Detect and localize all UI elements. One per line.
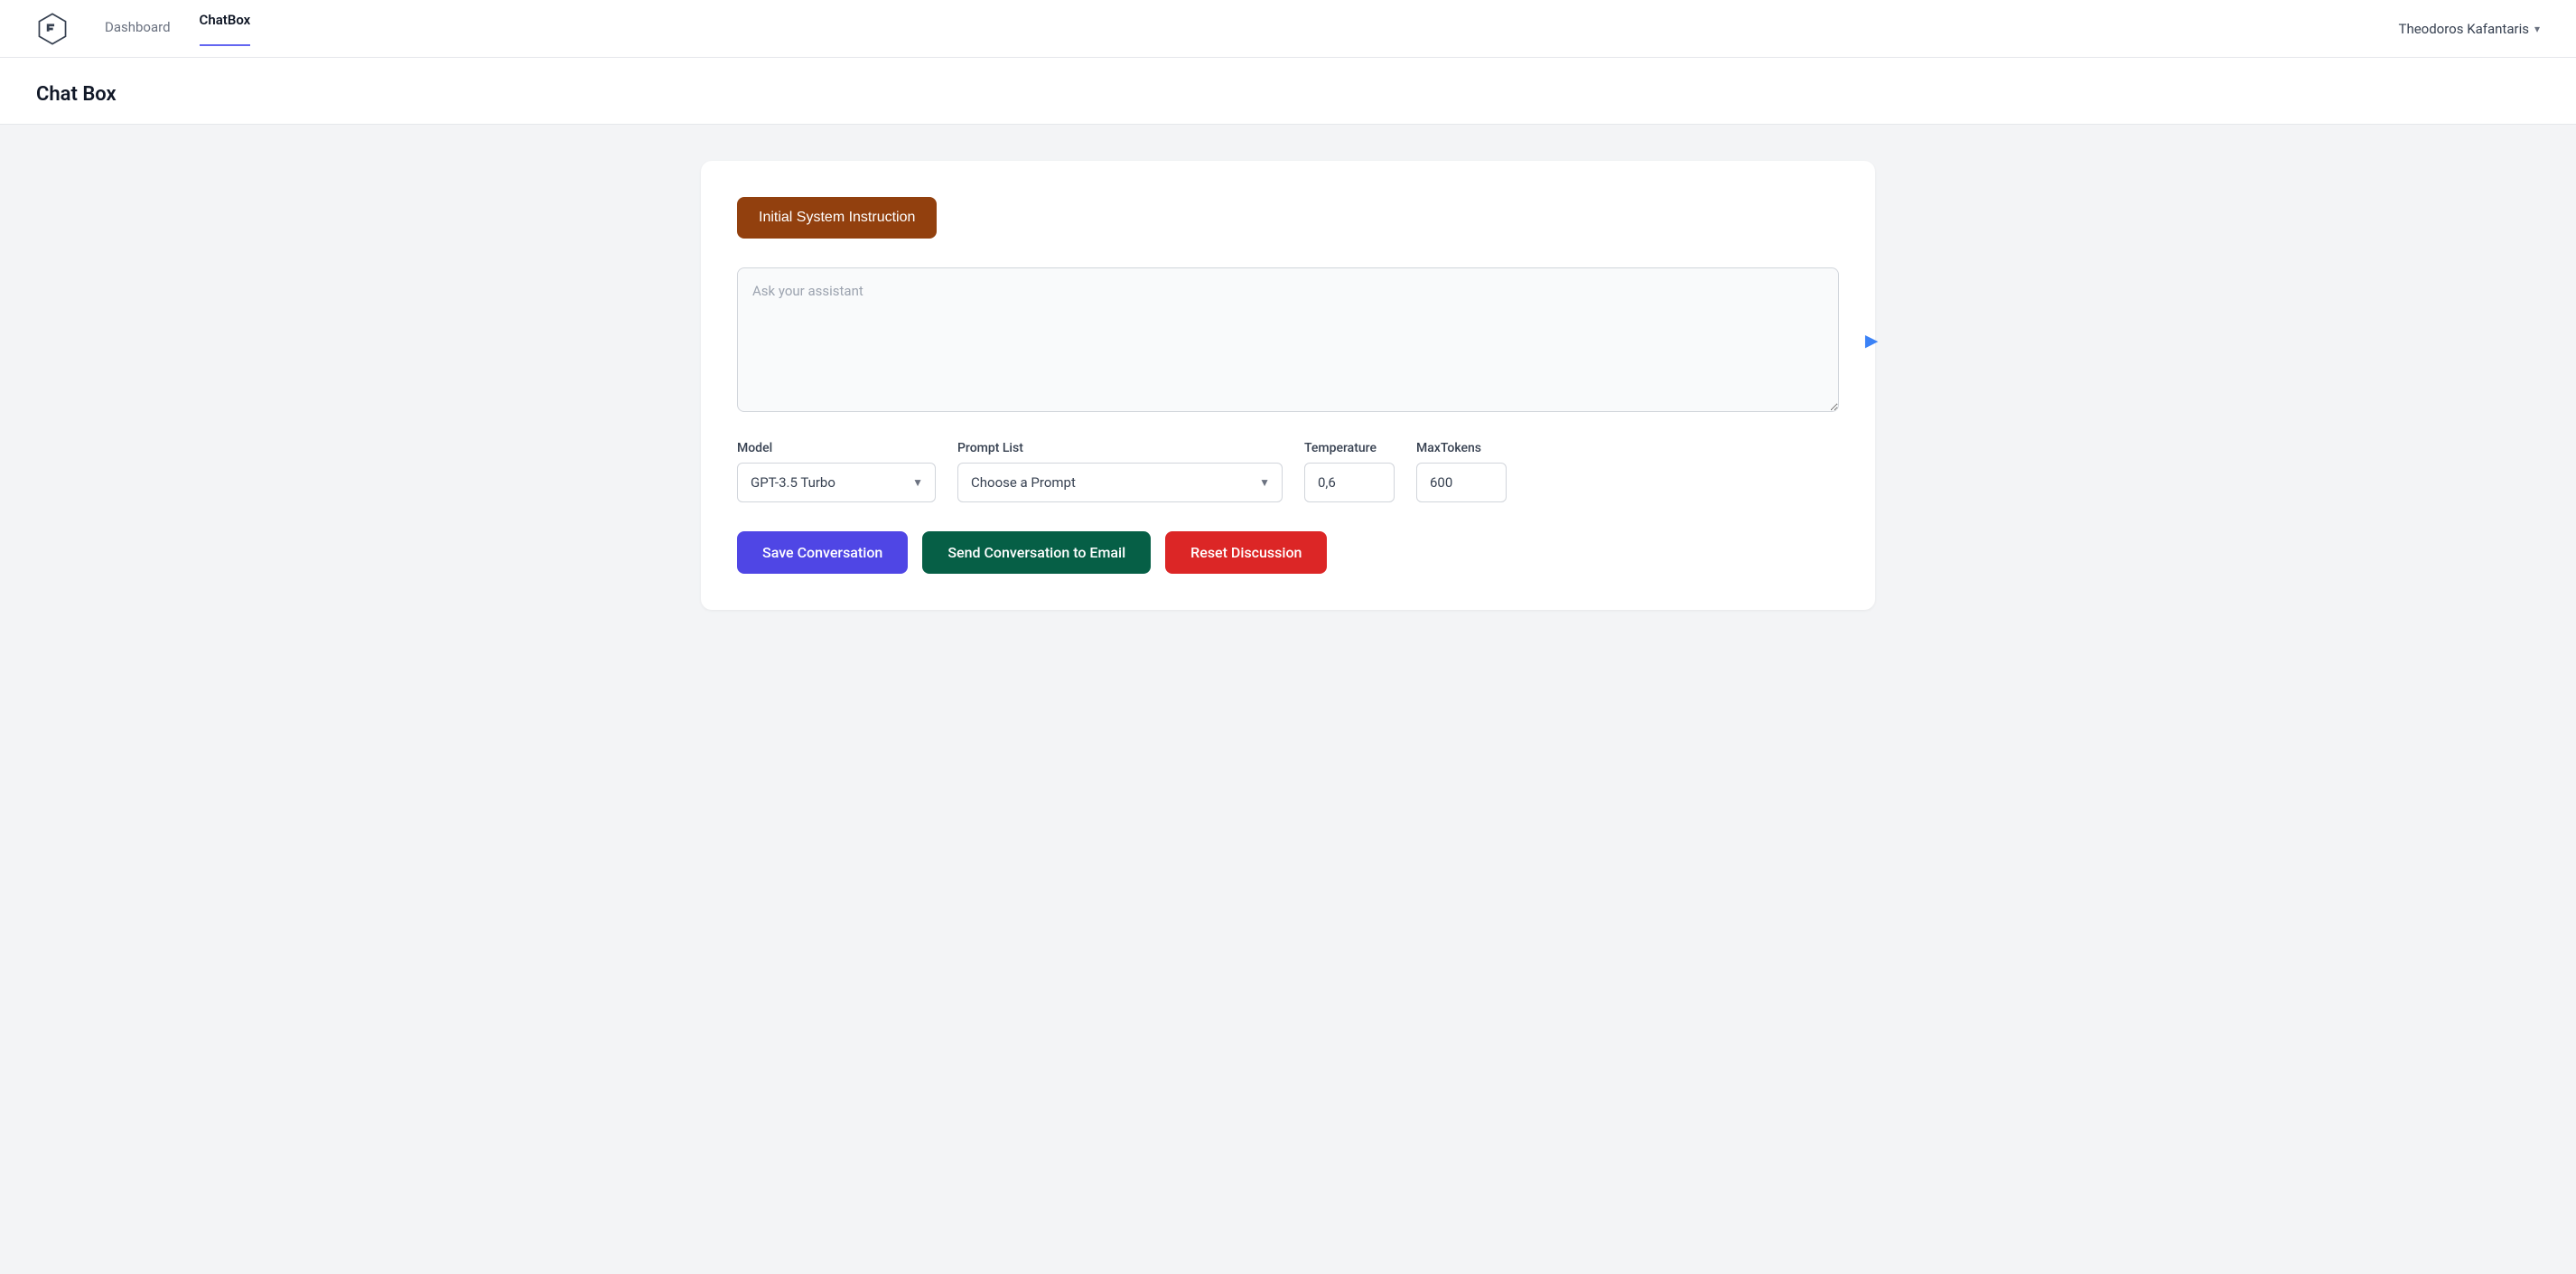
model-select[interactable]: GPT-3.5 Turbo GPT-4 GPT-4 Turbo bbox=[737, 463, 936, 502]
nav-chatbox[interactable]: ChatBox bbox=[200, 12, 251, 46]
user-chevron-icon: ▾ bbox=[2534, 23, 2540, 35]
user-menu[interactable]: Theodoros Kafantaris ▾ bbox=[2399, 21, 2541, 37]
max-tokens-group: MaxTokens bbox=[1416, 441, 1507, 502]
main-content: Initial System Instruction ► Model GPT-3… bbox=[0, 125, 2576, 1274]
prompt-select[interactable]: Choose a Prompt Prompt 1 Prompt 2 bbox=[957, 463, 1283, 502]
textarea-wrapper: ► bbox=[737, 267, 1839, 416]
temperature-group: Temperature bbox=[1304, 441, 1395, 502]
model-select-wrapper: GPT-3.5 Turbo GPT-4 GPT-4 Turbo ▼ bbox=[737, 463, 936, 502]
send-email-button[interactable]: Send Conversation to Email bbox=[922, 531, 1151, 574]
model-group: Model GPT-3.5 Turbo GPT-4 GPT-4 Turbo ▼ bbox=[737, 441, 936, 502]
temperature-label: Temperature bbox=[1304, 441, 1395, 455]
send-button[interactable]: ► bbox=[1861, 329, 1882, 354]
nav-dashboard[interactable]: Dashboard bbox=[105, 19, 171, 39]
system-instruction-button[interactable]: Initial System Instruction bbox=[737, 197, 937, 239]
page-title: Chat Box bbox=[36, 83, 2540, 106]
prompt-list-label: Prompt List bbox=[957, 441, 1283, 455]
action-buttons: Save Conversation Send Conversation to E… bbox=[737, 531, 1839, 574]
max-tokens-input[interactable] bbox=[1416, 463, 1507, 502]
navbar: Dashboard ChatBox Theodoros Kafantaris ▾ bbox=[0, 0, 2576, 58]
send-icon: ► bbox=[1861, 329, 1882, 354]
temperature-input[interactable] bbox=[1304, 463, 1395, 502]
prompt-list-group: Prompt List Choose a Prompt Prompt 1 Pro… bbox=[957, 441, 1283, 502]
reset-discussion-button[interactable]: Reset Discussion bbox=[1165, 531, 1327, 574]
page-header: Chat Box bbox=[0, 58, 2576, 125]
nav-links: Dashboard ChatBox bbox=[105, 12, 2399, 46]
save-conversation-button[interactable]: Save Conversation bbox=[737, 531, 908, 574]
prompt-select-wrapper: Choose a Prompt Prompt 1 Prompt 2 ▼ bbox=[957, 463, 1283, 502]
chat-input[interactable] bbox=[737, 267, 1839, 412]
max-tokens-label: MaxTokens bbox=[1416, 441, 1507, 455]
logo bbox=[36, 13, 69, 45]
chat-card: Initial System Instruction ► Model GPT-3… bbox=[701, 161, 1875, 610]
controls-row: Model GPT-3.5 Turbo GPT-4 GPT-4 Turbo ▼ … bbox=[737, 441, 1839, 502]
model-label: Model bbox=[737, 441, 936, 455]
user-name: Theodoros Kafantaris bbox=[2399, 21, 2529, 37]
